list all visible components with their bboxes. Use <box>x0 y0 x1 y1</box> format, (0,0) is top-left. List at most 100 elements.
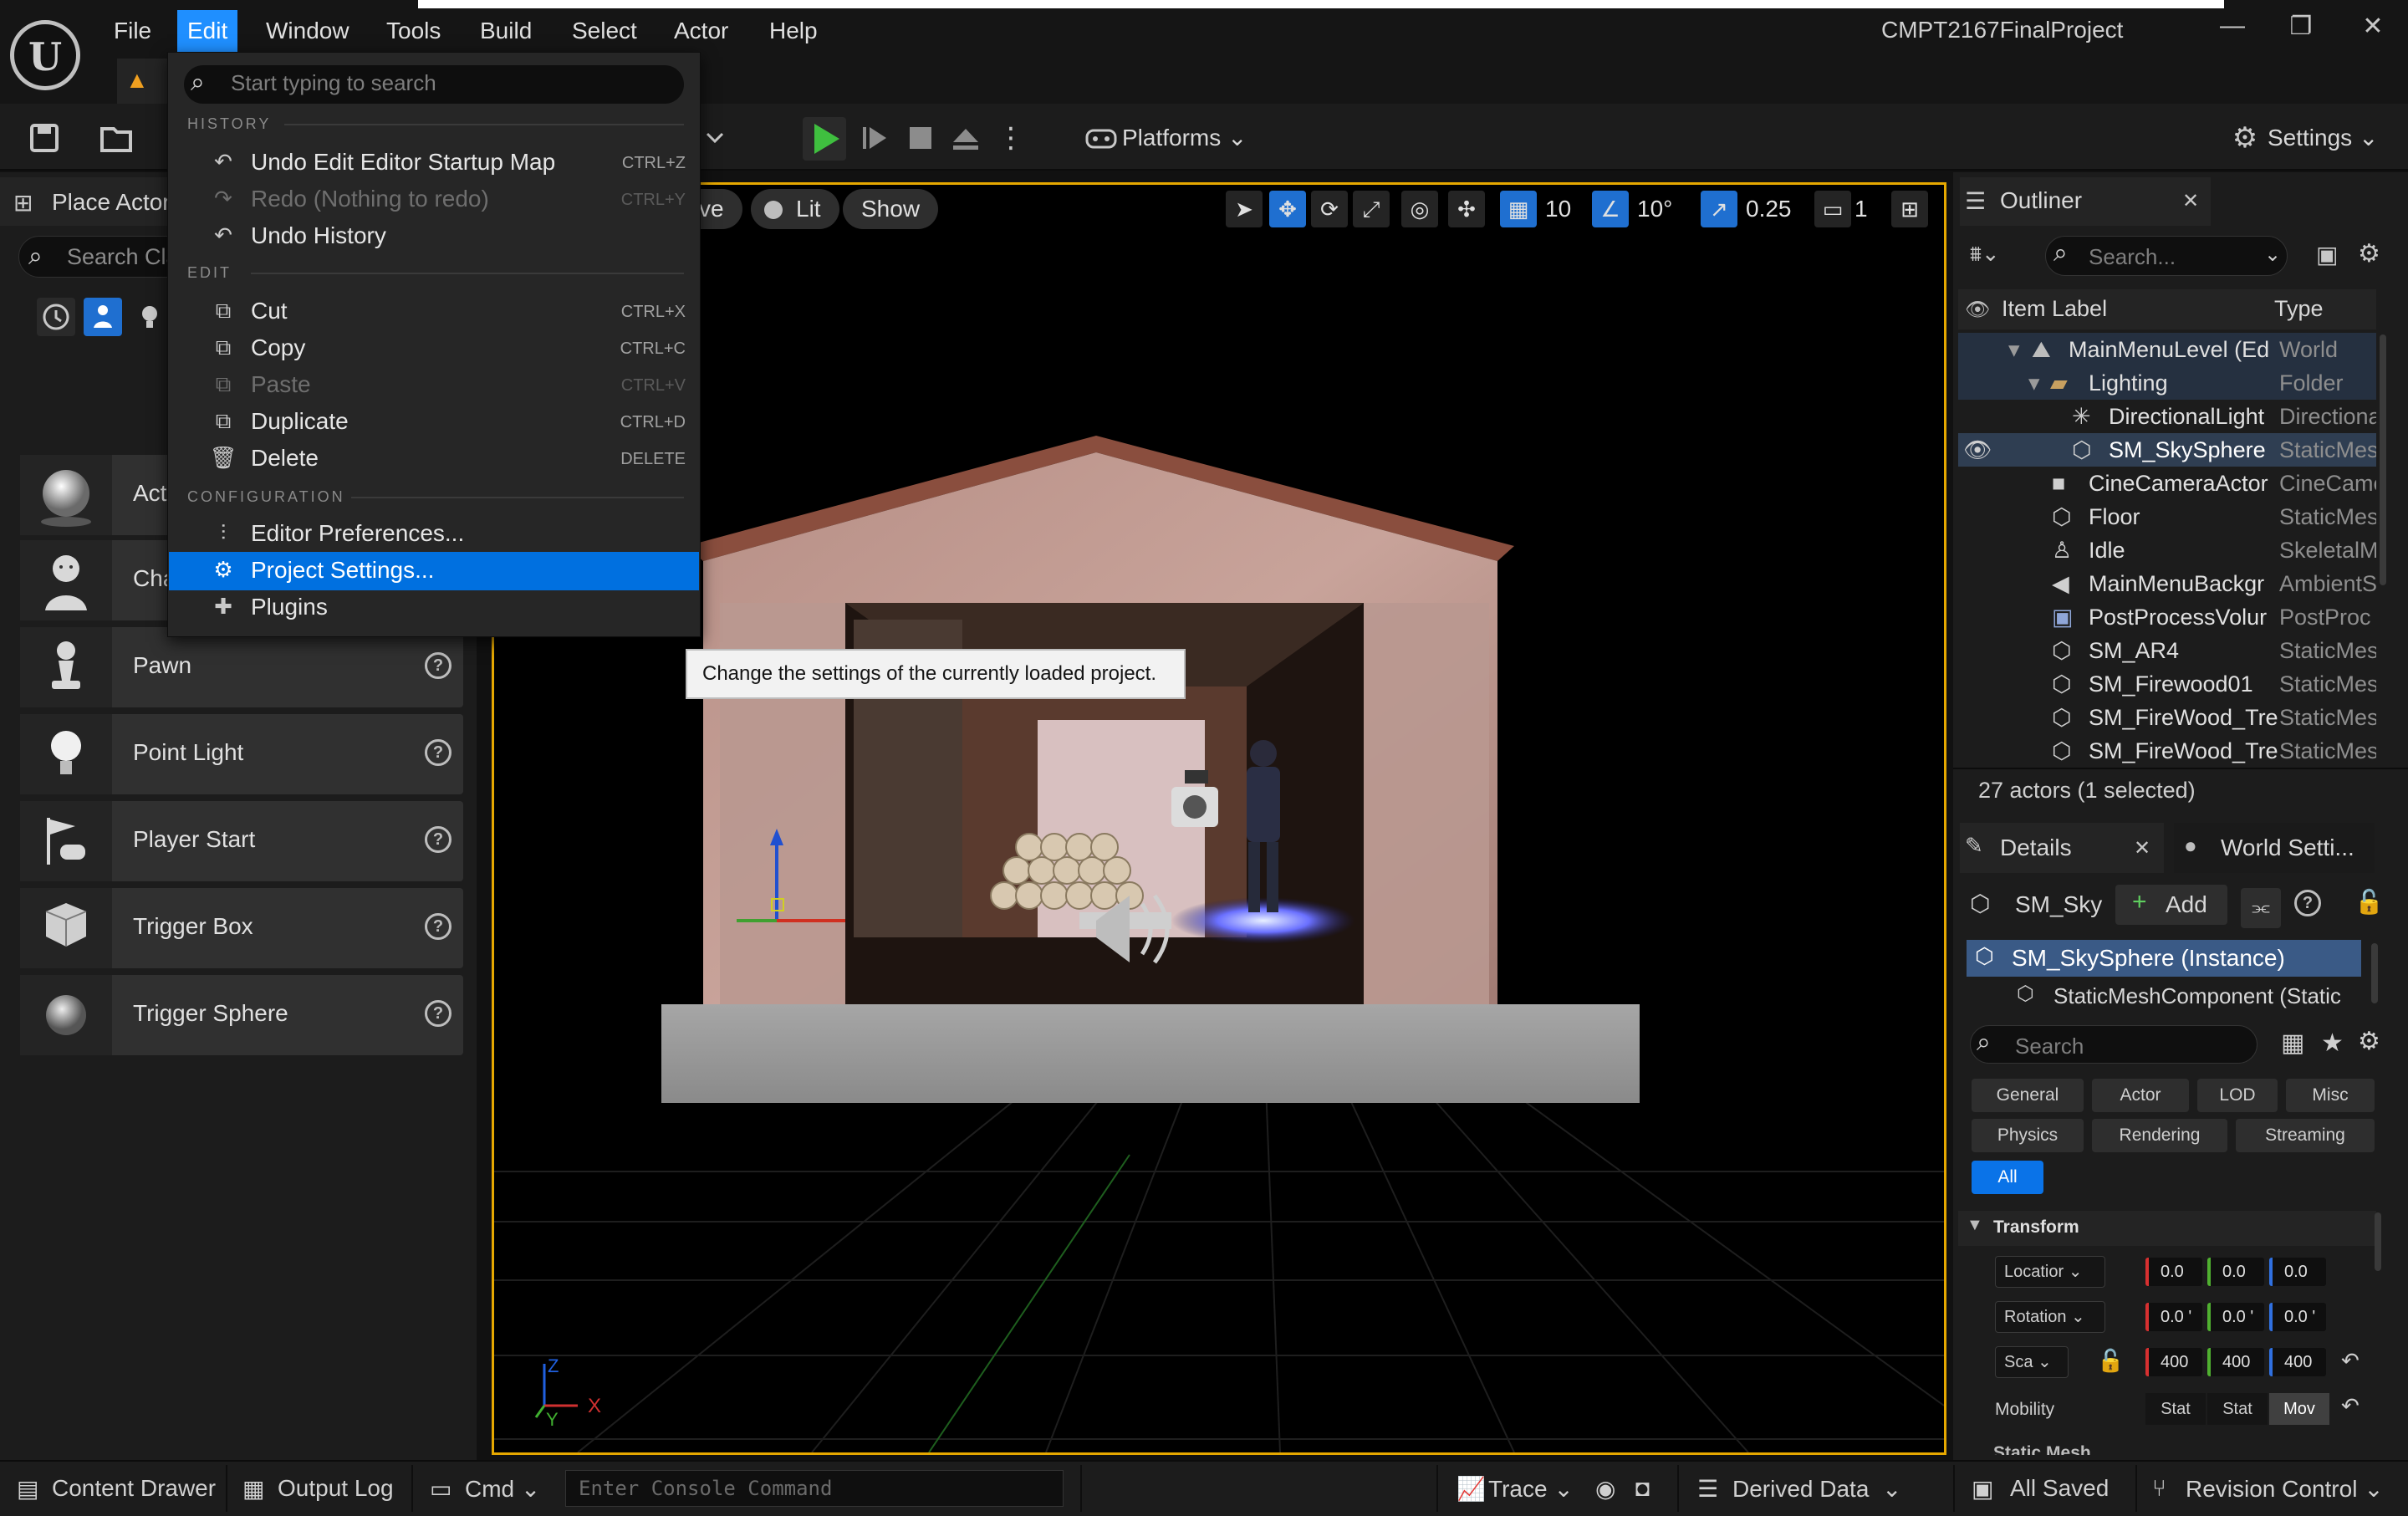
outliner-row[interactable]: ✳ DirectionalLight Directiona <box>1958 400 2376 433</box>
outliner-row-selected[interactable]: 👁 ⬡ SM_SkySphere StaticMes <box>1958 433 2376 467</box>
help-icon[interactable]: ? <box>425 826 452 853</box>
scale-mode-icon[interactable]: ⤢ <box>1353 191 1390 227</box>
rotate-mode-icon[interactable]: ⟳ <box>1311 191 1348 227</box>
column-type[interactable]: Type <box>2274 296 2324 322</box>
actor-item-trigger-box[interactable]: Trigger Box ? <box>20 888 463 968</box>
screenshot-icon[interactable]: ◘ <box>1635 1475 1650 1502</box>
revision-control-button[interactable]: Revision Control ⌄ <box>2186 1475 2384 1503</box>
menu-item-cut[interactable]: Cut <box>251 298 288 324</box>
translate-mode-icon[interactable]: ✥ <box>1269 191 1306 227</box>
menu-item-undo[interactable]: Undo Edit Editor Startup Map <box>251 149 555 176</box>
outliner-row[interactable]: ⬡ SM_FireWood_Tre StaticMes <box>1958 701 2376 734</box>
outliner-row[interactable]: ▾ ⛰ MainMenuLevel (Ed World <box>1958 333 2376 366</box>
category-streaming[interactable]: Streaming <box>2236 1119 2375 1152</box>
menu-item-plugins[interactable]: Plugins <box>251 594 328 620</box>
menu-item-duplicate[interactable]: Duplicate <box>251 408 349 435</box>
surface-snap-icon[interactable]: ✣ <box>1448 191 1485 227</box>
category-all[interactable]: All <box>1972 1161 2043 1194</box>
rotation-snap-value[interactable]: 10° <box>1637 191 1672 227</box>
location-mode-dropdown[interactable]: Locatior ⌄ <box>1995 1256 2105 1288</box>
rotation-z-field[interactable]: 0.0 ' <box>2269 1303 2326 1331</box>
cmd-button[interactable]: Cmd ⌄ <box>465 1475 540 1503</box>
record-icon[interactable]: ◉ <box>1595 1475 1615 1503</box>
category-general[interactable]: General <box>1972 1079 2084 1112</box>
actor-item-trigger-sphere[interactable]: Trigger Sphere ? <box>20 975 463 1055</box>
scale-snap-value[interactable]: 0.25 <box>1746 191 1792 227</box>
category-lod[interactable]: LOD <box>2197 1079 2278 1112</box>
derived-data-button[interactable]: Derived Data ⌄ <box>1732 1475 1901 1503</box>
eject-icon[interactable] <box>945 117 987 159</box>
camera-speed-icon[interactable]: ▭ <box>1814 191 1851 227</box>
output-log-button[interactable]: Output Log <box>278 1475 394 1502</box>
rotation-y-field[interactable]: 0.0 ' <box>2207 1303 2264 1331</box>
outliner-row[interactable]: ▾ ▰ Lighting Folder <box>1958 366 2376 400</box>
close-window-icon[interactable]: ✕ <box>2348 12 2398 41</box>
favorite-star-icon[interactable]: ★ <box>2321 1029 2344 1058</box>
menu-window[interactable]: Window <box>256 10 360 52</box>
menu-item-undo-history[interactable]: Undo History <box>251 222 386 249</box>
reset-arrow-icon[interactable]: ↶ <box>2341 1348 2360 1374</box>
all-saved-button[interactable]: All Saved <box>2010 1475 2109 1502</box>
outliner-row[interactable]: ◀ MainMenuBackgr AmbientS <box>1958 567 2376 600</box>
outliner-tab[interactable] <box>1960 177 2211 226</box>
actor-item-player-start[interactable]: Player Start ? <box>20 801 463 881</box>
outliner-row[interactable]: ⬡ Floor StaticMes <box>1958 500 2376 533</box>
rotation-snap-icon[interactable]: ∠ <box>1592 191 1629 227</box>
filter-icon[interactable]: ⩩⌄ <box>1970 241 2000 268</box>
outliner-row[interactable]: ⬡ SM_Firewood01 StaticMes <box>1958 667 2376 701</box>
location-z-field[interactable]: 0.0 <box>2269 1258 2326 1286</box>
basic-actors-icon[interactable] <box>84 298 122 336</box>
scale-mode-dropdown[interactable]: Sca ⌄ <box>1995 1346 2069 1378</box>
outliner-row[interactable]: ▣ PostProcessVolur PostProc <box>1958 600 2376 634</box>
menu-tools[interactable]: Tools <box>376 10 451 52</box>
rotation-x-field[interactable]: 0.0 ' <box>2145 1303 2202 1331</box>
visibility-eye-icon[interactable]: 👁 <box>1965 298 1990 322</box>
help-icon[interactable]: ? <box>2294 890 2321 916</box>
menu-select[interactable]: Select <box>562 10 647 52</box>
menu-item-editor-preferences[interactable]: Editor Preferences... <box>251 520 464 547</box>
category-misc[interactable]: Misc <box>2286 1079 2375 1112</box>
camera-speed-value[interactable]: 1 <box>1854 191 1868 227</box>
menu-item-copy[interactable]: Copy <box>251 334 305 361</box>
grid-snap-icon[interactable]: ▦ <box>1500 191 1537 227</box>
category-physics[interactable]: Physics <box>1972 1119 2084 1152</box>
platforms-button[interactable]: Platforms ⌄ <box>1122 117 1247 159</box>
close-tab-icon[interactable]: ✕ <box>2182 189 2199 213</box>
details-scrollbar[interactable] <box>2375 1212 2381 1271</box>
viewport-layout-icon[interactable]: ⊞ <box>1891 191 1928 227</box>
outliner-row[interactable]: ⬡ SM_FireWood_Tre StaticMes <box>1958 734 2376 768</box>
add-folder-icon[interactable]: ▣ <box>2316 241 2338 268</box>
scale-y-field[interactable]: 400 <box>2207 1348 2264 1376</box>
location-x-field[interactable]: 0.0 <box>2145 1258 2202 1286</box>
grid-snap-value[interactable]: 10 <box>1545 191 1571 227</box>
menu-help[interactable]: Help <box>759 10 828 52</box>
outliner-row[interactable]: ♙ Idle SkeletalM <box>1958 533 2376 567</box>
outliner-row[interactable]: ⬡ SM_AR4 StaticMes <box>1958 634 2376 667</box>
actor-item-pawn[interactable]: Pawn ? <box>20 627 463 707</box>
settings-button[interactable]: Settings ⌄ <box>2268 117 2378 159</box>
restore-icon[interactable]: ❐ <box>2276 12 2326 41</box>
location-y-field[interactable]: 0.0 <box>2207 1258 2264 1286</box>
help-icon[interactable]: ? <box>425 913 452 940</box>
advance-frame-icon[interactable] <box>855 117 896 159</box>
menu-file[interactable]: File <box>104 10 161 52</box>
scale-x-field[interactable]: 400 <box>2145 1348 2202 1376</box>
component-scrollbar[interactable] <box>2371 943 2378 1003</box>
close-tab-icon[interactable]: ✕ <box>2134 836 2150 860</box>
trace-button[interactable]: Trace ⌄ <box>1488 1475 1574 1503</box>
recent-clock-icon[interactable] <box>37 298 75 336</box>
column-item-label[interactable]: Item Label <box>2002 296 2107 322</box>
scale-z-field[interactable]: 400 <box>2269 1348 2326 1376</box>
category-rendering[interactable]: Rendering <box>2092 1119 2227 1152</box>
lock-icon[interactable]: 🔓 <box>2354 888 2384 916</box>
unreal-logo-icon[interactable]: U <box>10 20 80 90</box>
outliner-row[interactable]: ■ CineCameraActor CineCame <box>1958 467 2376 500</box>
menu-item-delete[interactable]: Delete <box>251 445 319 472</box>
reset-arrow-icon[interactable]: ↶ <box>2341 1393 2360 1419</box>
minimize-icon[interactable]: — <box>2207 12 2258 40</box>
world-local-icon[interactable]: ◎ <box>1401 191 1438 227</box>
actor-item-point-light[interactable]: Point Light ? <box>20 714 463 794</box>
menu-item-redo[interactable]: Redo (Nothing to redo) <box>251 186 489 212</box>
dropdown-chevron-icon[interactable] <box>702 117 727 159</box>
scale-lock-icon[interactable]: 🔓 <box>2097 1348 2124 1374</box>
